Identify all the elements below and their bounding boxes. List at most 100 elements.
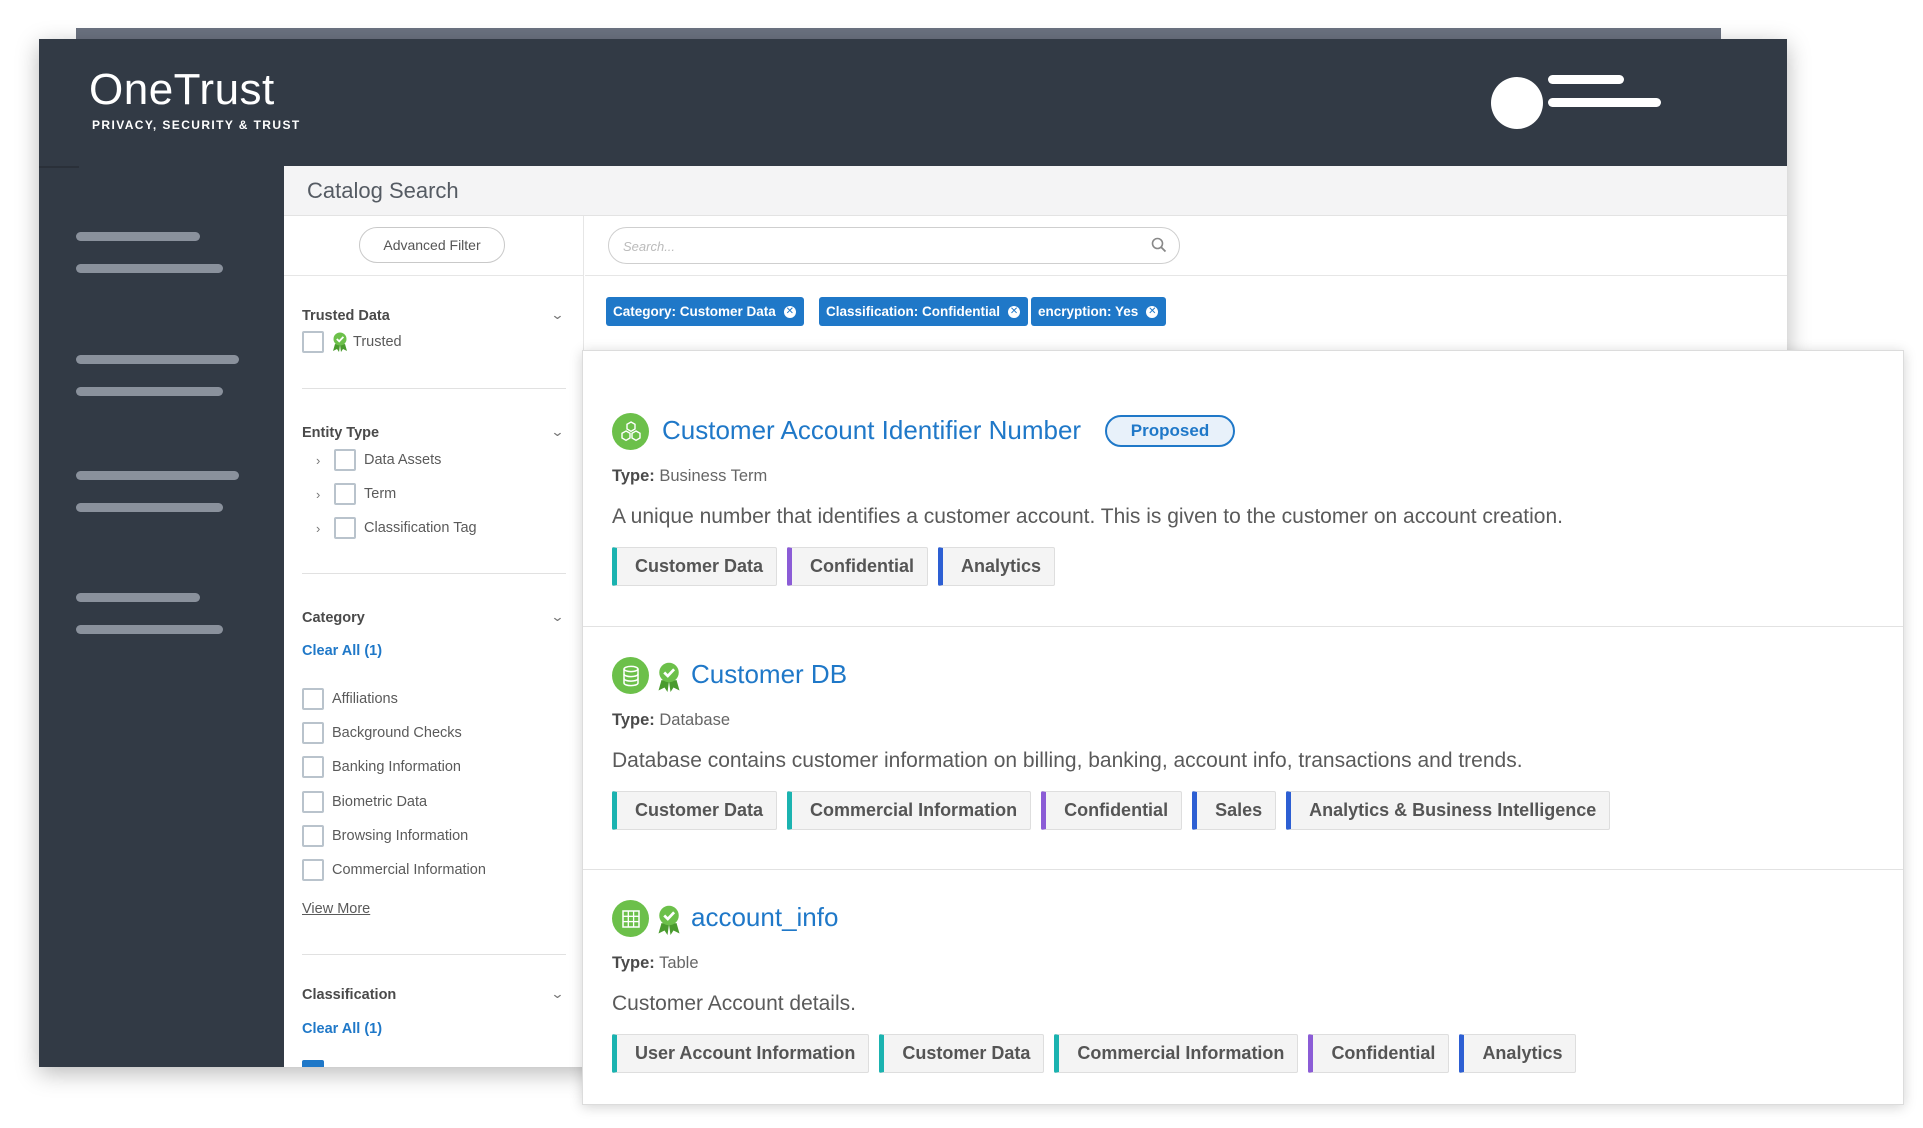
divider: [302, 954, 566, 955]
category-option[interactable]: Affiliations: [302, 688, 398, 710]
category-option[interactable]: Biometric Data: [302, 791, 427, 813]
tag[interactable]: Sales: [1192, 791, 1277, 830]
checkbox[interactable]: [302, 756, 324, 778]
checkbox[interactable]: [302, 722, 324, 744]
filter-chip-category[interactable]: Category: Customer Data ✕: [606, 297, 804, 326]
tag[interactable]: Analytics: [938, 547, 1056, 586]
tag[interactable]: Confidential: [1308, 1034, 1450, 1073]
result-title-link[interactable]: Customer DB: [691, 659, 847, 690]
chevron-down-icon[interactable]: ⌄: [550, 609, 564, 625]
result-type: Type: Database: [612, 711, 730, 730]
divider: [302, 573, 566, 574]
type-label: Type:: [612, 467, 655, 485]
category-title: Category: [302, 610, 365, 626]
search-icon[interactable]: [1150, 236, 1168, 254]
type-value: Table: [659, 954, 699, 972]
trusted-data-title: Trusted Data: [302, 308, 390, 324]
category-clear-all-link[interactable]: Clear All (1): [302, 643, 382, 659]
option-label: Background Checks: [332, 725, 462, 741]
menu-line: [1548, 98, 1661, 107]
nav-placeholder-line: [76, 232, 200, 241]
brand-logo[interactable]: OneTrust PRIVACY, SECURITY & TRUST: [89, 65, 301, 133]
result-description: A unique number that identifies a custom…: [612, 505, 1563, 528]
checkbox[interactable]: [334, 449, 356, 471]
page-title: Catalog Search: [307, 178, 459, 203]
tag[interactable]: User Account Information: [612, 1034, 870, 1073]
entity-type-classification-tag[interactable]: › Classification Tag: [316, 517, 477, 539]
filter-chip-encryption[interactable]: encryption: Yes ✕: [1031, 297, 1167, 326]
filter-chip-classification[interactable]: Classification: Confidential ✕: [819, 297, 1029, 326]
trusted-option[interactable]: Trusted: [302, 331, 402, 353]
nav-placeholder-line: [76, 264, 223, 273]
classification-clear-all-link[interactable]: Clear All (1): [302, 1021, 382, 1037]
divider: [585, 275, 1787, 276]
tag[interactable]: Analytics & Business Intelligence: [1286, 791, 1611, 830]
chevron-down-icon[interactable]: ⌄: [550, 424, 564, 440]
trusted-label: Trusted: [353, 334, 402, 350]
entity-type-title: Entity Type: [302, 425, 380, 441]
category-option[interactable]: Banking Information: [302, 756, 461, 778]
checkbox[interactable]: [302, 1060, 324, 1067]
entity-type-term[interactable]: › Term: [316, 483, 396, 505]
result-title-link[interactable]: Customer Account Identifier Number: [662, 415, 1081, 446]
type-label: Type:: [612, 954, 655, 972]
tag-list: Customer Data Commercial Information Con…: [612, 791, 1611, 830]
search-box[interactable]: [608, 227, 1180, 264]
option-label: Browsing Information: [332, 828, 469, 844]
trusted-badge-icon: [333, 332, 347, 352]
checkbox[interactable]: [334, 483, 356, 505]
advanced-filter-button[interactable]: Advanced Filter: [359, 227, 505, 263]
type-value: Database: [659, 711, 731, 729]
view-more-link[interactable]: View More: [302, 901, 370, 917]
checkbox[interactable]: [302, 825, 324, 847]
filter-panel: Advanced Filter Trusted Data ⌄ Trusted E…: [284, 216, 584, 1067]
menu-line: [1548, 75, 1624, 84]
category-option[interactable]: Background Checks: [302, 722, 462, 744]
checkbox[interactable]: [302, 859, 324, 881]
tag[interactable]: Commercial Information: [1054, 1034, 1299, 1073]
entity-type-data-assets[interactable]: › Data Assets: [316, 449, 441, 471]
chevron-right-icon[interactable]: ›: [316, 487, 334, 502]
option-label: Term: [364, 486, 397, 502]
nav-placeholder-line: [76, 471, 239, 480]
close-icon[interactable]: ✕: [1008, 305, 1021, 318]
tag[interactable]: Confidential: [787, 547, 929, 586]
nav-placeholder-line: [76, 503, 223, 512]
chevron-right-icon[interactable]: ›: [316, 453, 334, 468]
brand-tagline: PRIVACY, SECURITY & TRUST: [92, 118, 301, 132]
chevron-down-icon[interactable]: ⌄: [550, 307, 564, 323]
checkbox[interactable]: [302, 791, 324, 813]
option-label: Data Assets: [364, 452, 442, 468]
close-icon[interactable]: ✕: [783, 305, 796, 318]
tag[interactable]: Customer Data: [612, 547, 778, 586]
trusted-checkbox[interactable]: [302, 331, 324, 353]
checkbox[interactable]: [334, 517, 356, 539]
checkbox[interactable]: [302, 688, 324, 710]
classification-option[interactable]: [302, 1060, 332, 1067]
tag-list: Customer Data Confidential Analytics: [612, 547, 1056, 586]
chevron-down-icon[interactable]: ⌄: [550, 986, 564, 1002]
chevron-right-icon[interactable]: ›: [316, 521, 334, 536]
result-title-link[interactable]: account_info: [691, 902, 838, 933]
tag[interactable]: Confidential: [1041, 791, 1183, 830]
category-option[interactable]: Commercial Information: [302, 859, 486, 881]
database-icon: [612, 657, 649, 694]
option-label: Commercial Information: [332, 862, 486, 878]
result-type: Type: Business Term: [612, 467, 767, 486]
option-label: Classification Tag: [364, 520, 477, 536]
option-label: Biometric Data: [332, 794, 428, 810]
close-icon[interactable]: ✕: [1146, 305, 1159, 318]
user-avatar[interactable]: [1491, 77, 1543, 129]
type-label: Type:: [612, 711, 655, 729]
page-header: Catalog Search: [284, 166, 1787, 216]
tag[interactable]: Analytics: [1459, 1034, 1577, 1073]
brand-name: OneTrust: [89, 65, 275, 114]
category-option[interactable]: Browsing Information: [302, 825, 468, 847]
tag[interactable]: Customer Data: [612, 791, 778, 830]
side-nav-edge: [39, 166, 79, 168]
divider: [302, 388, 566, 389]
chip-label: encryption: Yes: [1038, 304, 1139, 319]
tag[interactable]: Commercial Information: [787, 791, 1032, 830]
tag[interactable]: Customer Data: [879, 1034, 1045, 1073]
search-input[interactable]: [623, 236, 1123, 256]
